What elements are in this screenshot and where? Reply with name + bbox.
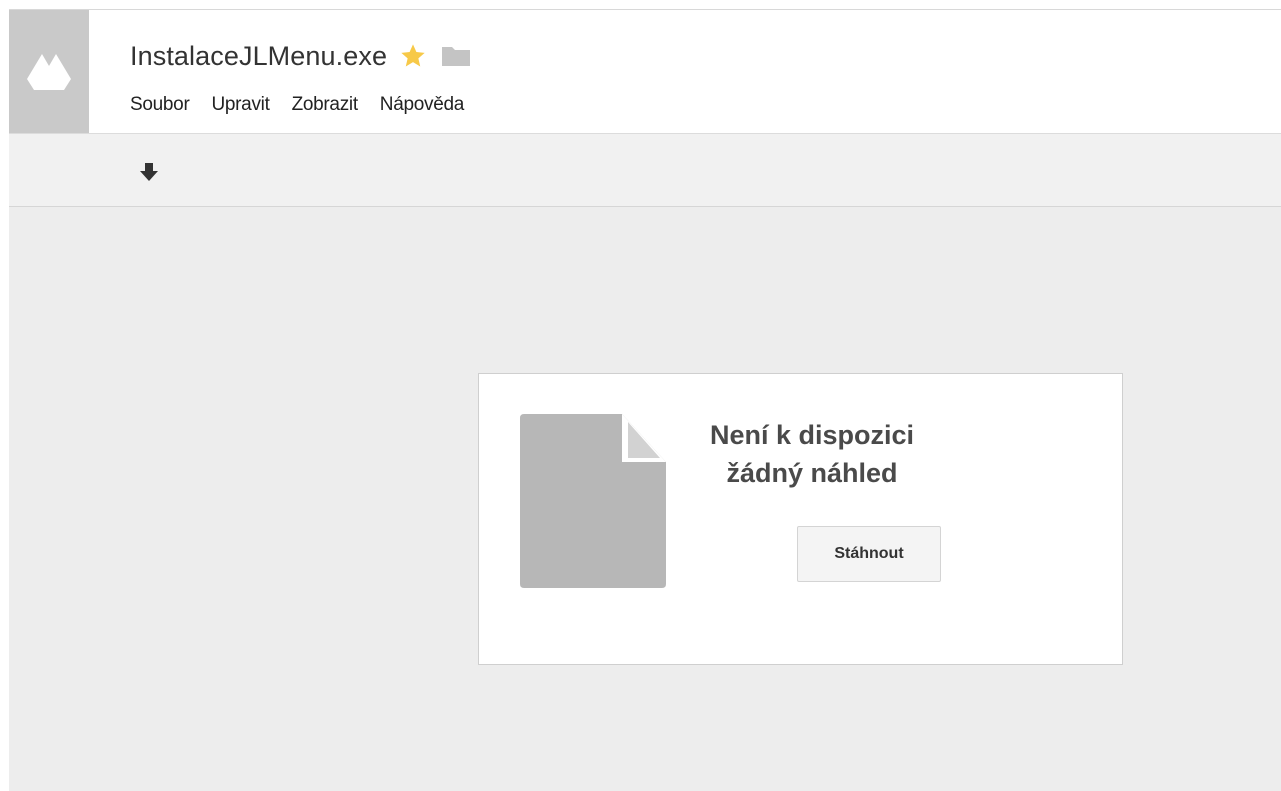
star-icon[interactable] bbox=[399, 42, 427, 70]
generic-file-icon bbox=[520, 414, 666, 593]
file-title[interactable]: InstalaceJLMenu.exe bbox=[130, 41, 387, 72]
google-drive-logo-icon bbox=[27, 54, 71, 90]
folder-icon[interactable] bbox=[439, 42, 473, 70]
drive-logo-tile[interactable] bbox=[9, 10, 89, 133]
title-row: InstalaceJLMenu.exe bbox=[130, 36, 473, 76]
download-arrow-icon[interactable] bbox=[136, 160, 162, 184]
toolbar bbox=[9, 134, 1281, 207]
menu-upravit[interactable]: Upravit bbox=[211, 94, 269, 116]
menu-zobrazit[interactable]: Zobrazit bbox=[292, 94, 359, 116]
no-preview-card: Není k dispozici žádný náhled Stáhnout bbox=[478, 373, 1123, 665]
download-button[interactable]: Stáhnout bbox=[797, 526, 941, 582]
header: InstalaceJLMenu.exe Soubor Upravit Zobra… bbox=[9, 10, 1281, 134]
no-preview-message: Není k dispozici žádný náhled bbox=[709, 420, 915, 488]
menu-bar: Soubor Upravit Zobrazit Nápověda bbox=[130, 93, 486, 117]
menu-soubor[interactable]: Soubor bbox=[130, 94, 190, 116]
viewer-window: InstalaceJLMenu.exe Soubor Upravit Zobra… bbox=[9, 9, 1281, 791]
menu-napoveda[interactable]: Nápověda bbox=[380, 94, 465, 116]
